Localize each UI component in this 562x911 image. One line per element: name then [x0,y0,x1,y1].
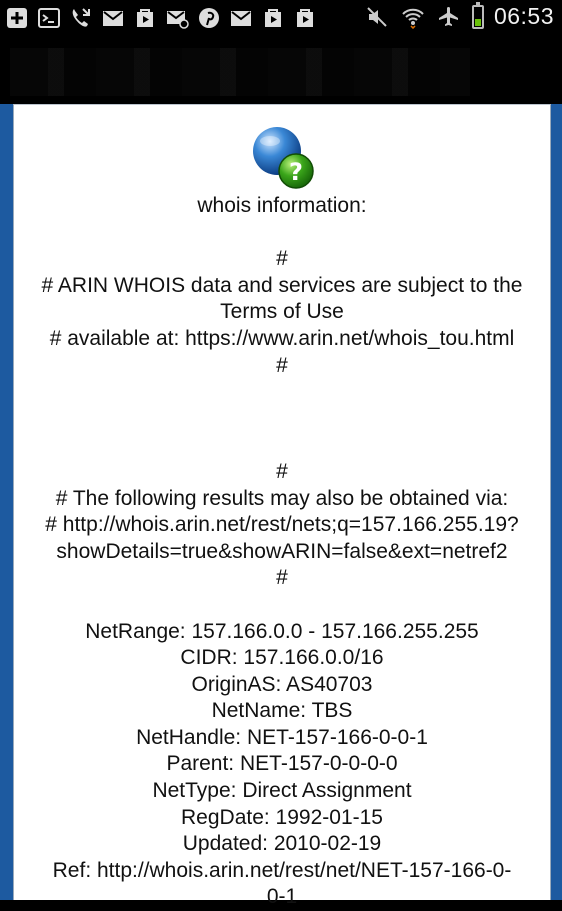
add-icon [4,5,30,31]
whois-text: whois information: # # ARIN WHOIS data a… [14,193,550,911]
comment-line: # [276,353,288,377]
wifi-icon [400,4,426,30]
whois-globe-icon: ? [253,127,314,189]
record-ref: Ref: http://whois.arin.net/rest/net/NET-… [52,858,512,882]
record-netrange: NetRange: 157.166.0.0 - 157.166.255.255 [85,619,479,643]
record-updated: Updated: 2010-02-19 [182,832,382,856]
comment-line: # [276,566,288,590]
mute-icon [364,4,390,30]
mail-alert-icon [164,5,190,31]
missed-call-icon [68,5,94,31]
play-store-icon [292,5,318,31]
record-nethandle: NetHandle: NET-157-166-0-0-1 [136,725,428,749]
comment-line: # [276,247,288,271]
status-bar: 06:53 [0,0,562,36]
record-regdate: RegDate: 1992-01-15 [181,805,383,829]
whois-panel: ? whois information: # # ARIN WHOIS data… [13,104,551,908]
whois-heading: whois information: [197,194,367,217]
comment-line: # available at: https://www.arin.net/who… [49,326,515,350]
gmail-icon [228,5,254,31]
record-ref-cont: 0-1 [266,885,298,909]
svg-text:?: ? [289,158,303,186]
clock: 06:53 [493,3,554,29]
comment-line: # ARIN WHOIS data and services are subje… [41,273,523,297]
record-originas: OriginAS: AS40703 [191,672,373,696]
record-nettype: NetType: Direct Assignment [152,779,412,803]
record-netname: NetName: TBS [211,699,353,723]
record-cidr: CIDR: 157.166.0.0/16 [180,646,384,670]
gmail-icon [100,5,126,31]
play-store-icon [260,5,286,31]
comment-line: # http://whois.arin.net/rest/nets;q=157.… [45,513,519,537]
comment-line: # The following results may also be obta… [55,486,509,510]
airplane-icon [436,4,462,30]
pinterest-icon [196,5,222,31]
notification-icons[interactable] [4,5,318,31]
comment-line: Terms of Use [220,300,344,324]
record-parent: Parent: NET-157-0-0-0-0 [166,752,398,776]
system-icons: 06:53 [364,1,554,30]
play-store-icon [132,5,158,31]
comment-line: showDetails=true&showARIN=false&ext=netr… [56,539,508,563]
comment-line: # [276,459,288,483]
terminal-icon [36,5,62,31]
battery-level [474,18,481,26]
app-header [0,36,562,104]
battery-icon [471,1,484,29]
header-band [10,48,470,96]
